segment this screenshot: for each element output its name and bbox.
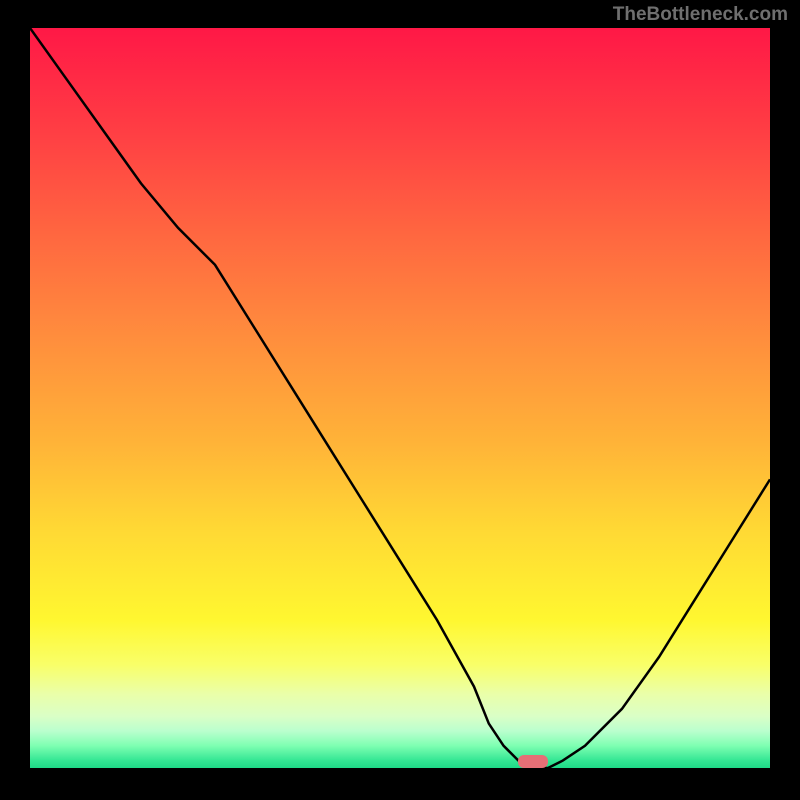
- optimal-point-marker: [518, 755, 548, 768]
- bottleneck-curve: [30, 28, 770, 768]
- watermark-text: TheBottleneck.com: [613, 4, 788, 26]
- plot-area: [30, 28, 770, 768]
